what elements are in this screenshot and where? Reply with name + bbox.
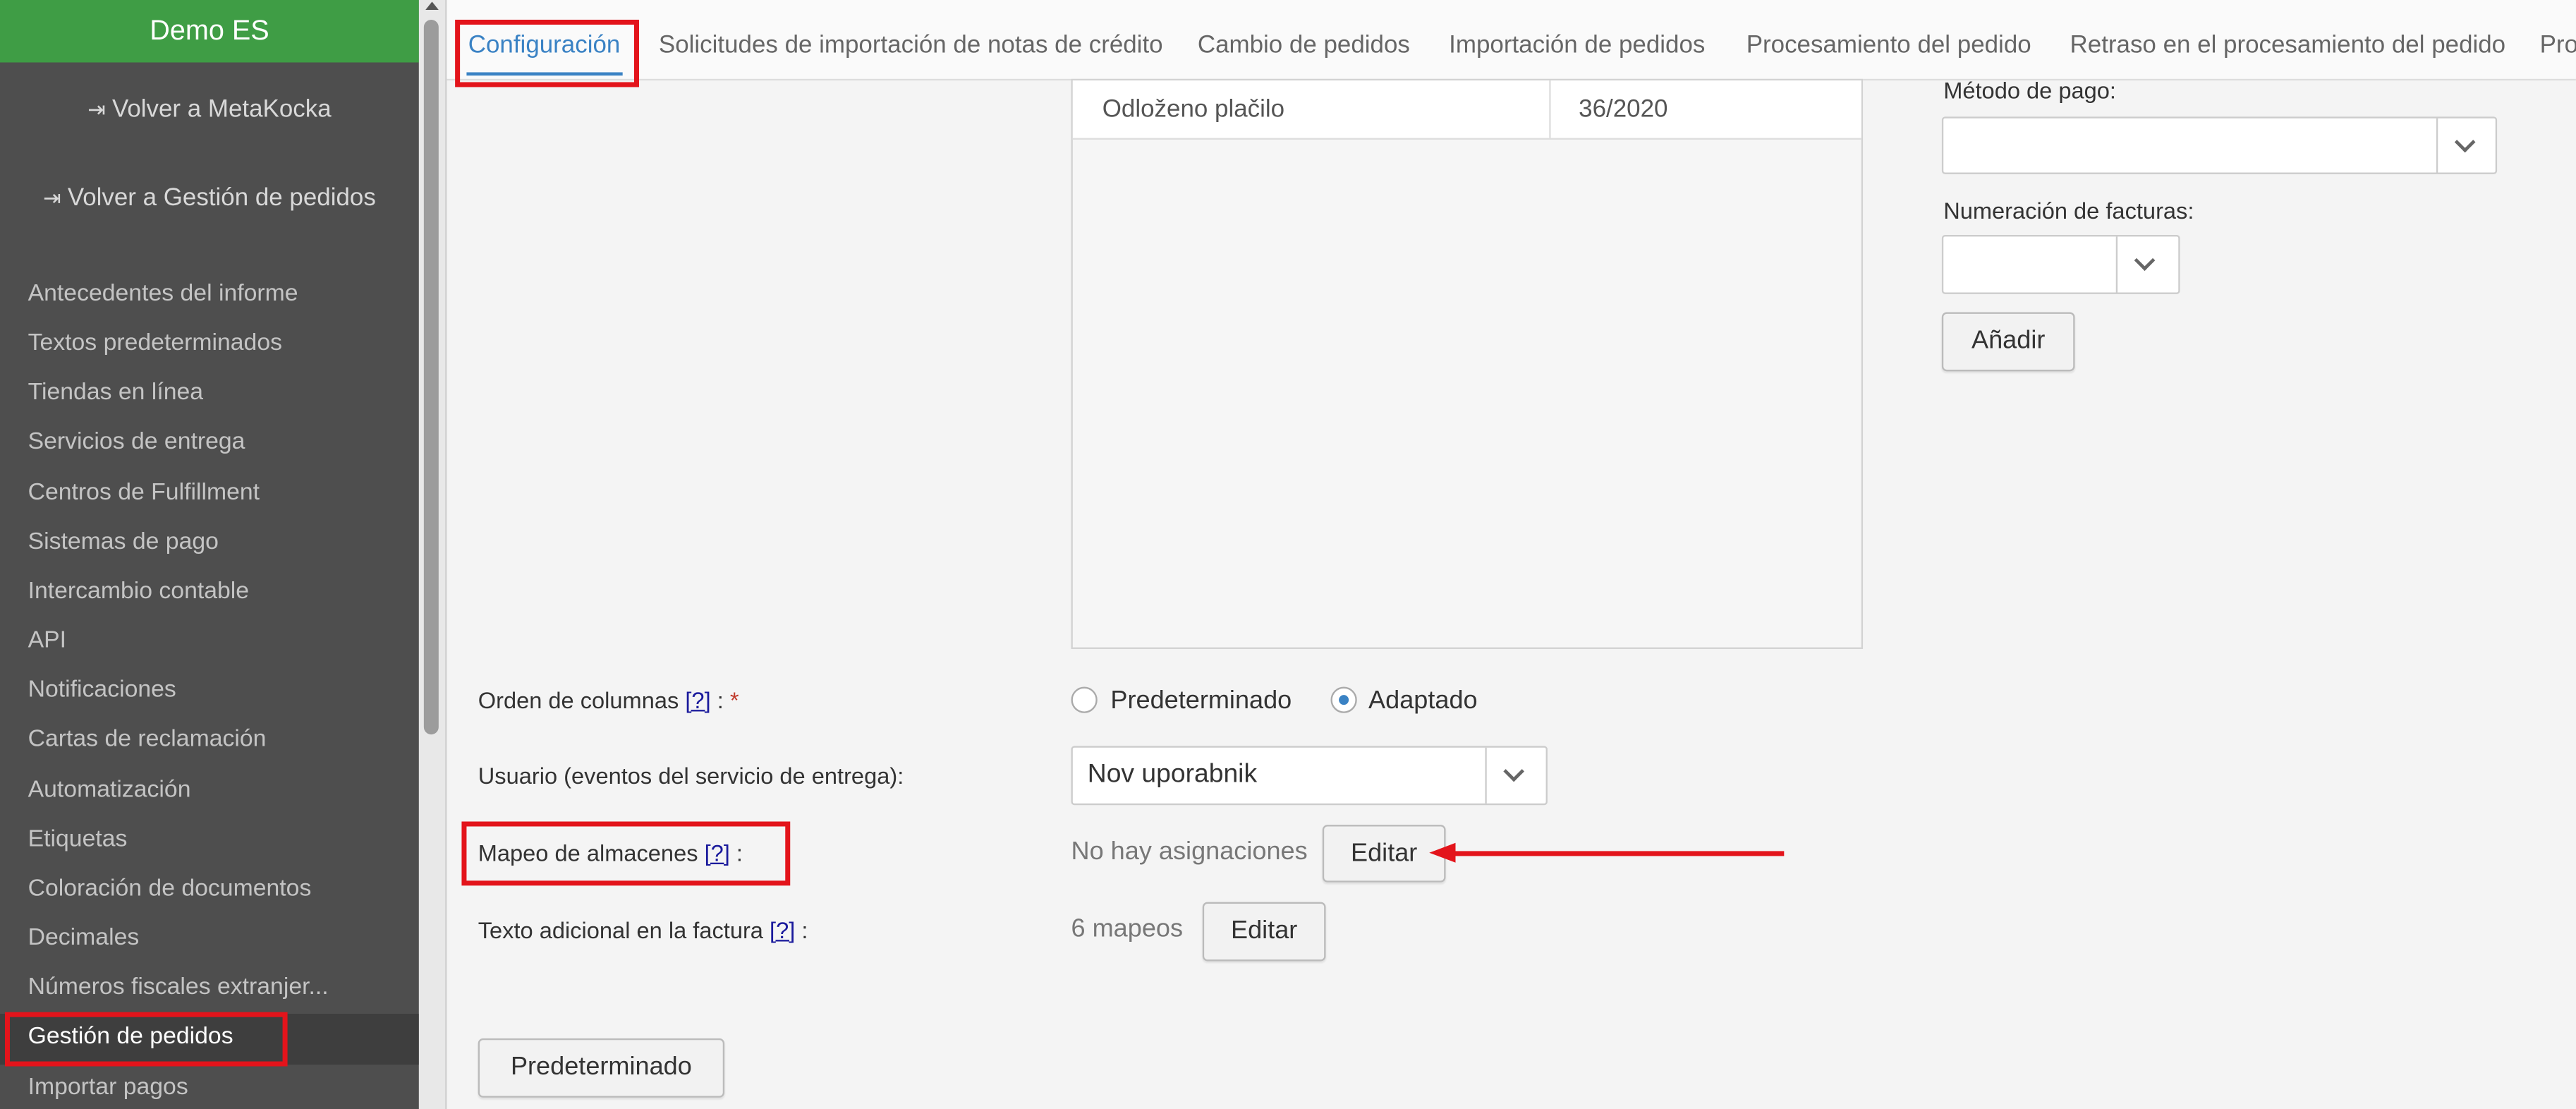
sidebar-item-labels[interactable]: Etiquetas bbox=[28, 826, 128, 852]
user-select-value: Nov uporabnik bbox=[1087, 760, 1258, 789]
back-to-metakocka-link[interactable]: ⇥ Volver a MetaKocka bbox=[0, 95, 419, 123]
sidebar-item-default-texts[interactable]: Textos predeterminados bbox=[28, 330, 282, 356]
sidebar: Demo ES ⇥ Volver a MetaKocka ⇥ Volver a Ge… bbox=[0, 0, 419, 1109]
default-button[interactable]: Predeterminado bbox=[478, 1038, 725, 1098]
extra-text-mapping-status: 6 mapeos bbox=[1071, 915, 1184, 943]
required-marker: * bbox=[723, 686, 739, 713]
sidebar-item-online-stores[interactable]: Tiendas en línea bbox=[28, 380, 203, 406]
sidebar-item-claim-letters[interactable]: Cartas de reclamación bbox=[28, 726, 267, 752]
column-order-help-link[interactable]: [?] bbox=[685, 687, 710, 713]
invoice-extra-text-text: Texto adicional en la factura bbox=[478, 916, 763, 943]
user-select-arrow[interactable] bbox=[1485, 747, 1545, 804]
chevron-down-icon bbox=[1503, 760, 1524, 782]
tab-order-processing[interactable]: Procesamiento del pedido bbox=[1746, 31, 2031, 59]
highlight-warehouse-mapping bbox=[461, 821, 791, 886]
tab-order-processing-delay[interactable]: Retraso en el procesamiento del pedido bbox=[2070, 31, 2506, 59]
column-divider bbox=[1549, 80, 1551, 138]
table-cell-value: 36/2020 bbox=[1579, 95, 1668, 123]
highlight-configuration-tab bbox=[455, 19, 639, 87]
tab-order-import[interactable]: Importación de pedidos bbox=[1449, 31, 1705, 59]
sidebar-item-foreign-tax-numbers[interactable]: Números fiscales extranjer... bbox=[28, 974, 329, 1000]
sidebar-item-payment-systems[interactable]: Sistemas de pago bbox=[28, 529, 219, 555]
payment-method-label: Método de pago: bbox=[1943, 77, 2116, 104]
label-colon: : bbox=[710, 686, 724, 713]
label-colon: : bbox=[795, 916, 808, 943]
add-button[interactable]: Añadir bbox=[1941, 312, 2075, 372]
warehouse-mapping-status: No hay asignaciones bbox=[1071, 837, 1308, 866]
radio-adapted-label[interactable]: Adaptado bbox=[1368, 687, 1478, 717]
mapping-table: Odloženo plačilo 36/2020 bbox=[1071, 78, 1864, 649]
chevron-down-icon bbox=[2134, 250, 2156, 271]
payment-method-select-arrow[interactable] bbox=[2436, 118, 2496, 173]
sidebar-item-fulfillment-centers[interactable]: Centros de Fulfillment bbox=[28, 480, 260, 506]
highlight-order-management bbox=[4, 1012, 288, 1067]
extra-text-help-link[interactable]: [?] bbox=[770, 917, 795, 943]
invoice-numbering-select[interactable] bbox=[1941, 235, 2180, 294]
brand-title[interactable]: Demo ES bbox=[0, 0, 419, 63]
invoice-numbering-select-arrow[interactable] bbox=[2115, 236, 2179, 293]
warehouse-edit-button[interactable]: Editar bbox=[1322, 825, 1446, 883]
annotation-arrow-line bbox=[1454, 851, 1785, 856]
annotation-arrow-head-icon bbox=[1429, 842, 1456, 863]
back-link-label: Volver a Gestión de pedidos bbox=[67, 183, 376, 212]
exit-icon: ⇥ bbox=[87, 97, 106, 122]
tab-credit-note-import-requests[interactable]: Solicitudes de importación de notas de c… bbox=[659, 31, 1163, 59]
tab-more[interactable]: Pro bbox=[2540, 31, 2576, 59]
sidebar-item-api[interactable]: API bbox=[28, 628, 66, 654]
column-order-label: Orden de columnas [?] : * bbox=[478, 687, 739, 713]
sidebar-item-import-payments[interactable]: Importar pagos bbox=[28, 1074, 188, 1101]
tab-order-changes[interactable]: Cambio de pedidos bbox=[1198, 31, 1410, 59]
user-select[interactable]: Nov uporabnik bbox=[1071, 746, 1548, 806]
invoice-numbering-label: Numeración de facturas: bbox=[1943, 197, 2194, 224]
table-cell-name: Odloženo plačilo bbox=[1102, 95, 1285, 123]
sidebar-item-delivery-services[interactable]: Servicios de entrega bbox=[28, 429, 245, 455]
sidebar-item-decimals[interactable]: Decimales bbox=[28, 925, 140, 951]
sidebar-item-notifications[interactable]: Notificaciones bbox=[28, 677, 176, 703]
radio-default-label[interactable]: Predeterminado bbox=[1110, 687, 1292, 717]
exit-icon: ⇥ bbox=[43, 186, 61, 211]
sidebar-scrollbar[interactable] bbox=[418, 0, 447, 1109]
column-order-text: Orden de columnas bbox=[478, 686, 679, 713]
chevron-down-icon bbox=[2454, 131, 2476, 153]
scrollbar-thumb[interactable] bbox=[423, 19, 439, 735]
radio-adapted[interactable] bbox=[1330, 686, 1357, 713]
sidebar-item-document-coloring[interactable]: Coloración de documentos bbox=[28, 875, 312, 902]
user-label: Usuario (eventos del servicio de entrega… bbox=[478, 762, 904, 789]
sidebar-item-accounting-exchange[interactable]: Intercambio contable bbox=[28, 578, 250, 605]
table-row[interactable]: Odloženo plačilo 36/2020 bbox=[1072, 80, 1861, 140]
sidebar-item-automation[interactable]: Automatización bbox=[28, 777, 191, 804]
invoice-extra-text-label: Texto adicional en la factura [?] : bbox=[478, 917, 808, 943]
extra-text-edit-button[interactable]: Editar bbox=[1202, 902, 1326, 962]
sidebar-item-report-background[interactable]: Antecedentes del informe bbox=[28, 281, 298, 307]
payment-method-select[interactable] bbox=[1941, 116, 2498, 174]
radio-default[interactable] bbox=[1071, 686, 1098, 713]
back-to-order-management-link[interactable]: ⇥ Volver a Gestión de pedidos bbox=[0, 184, 419, 212]
back-link-label: Volver a MetaKocka bbox=[111, 95, 332, 123]
scroll-up-icon[interactable] bbox=[425, 1, 439, 10]
